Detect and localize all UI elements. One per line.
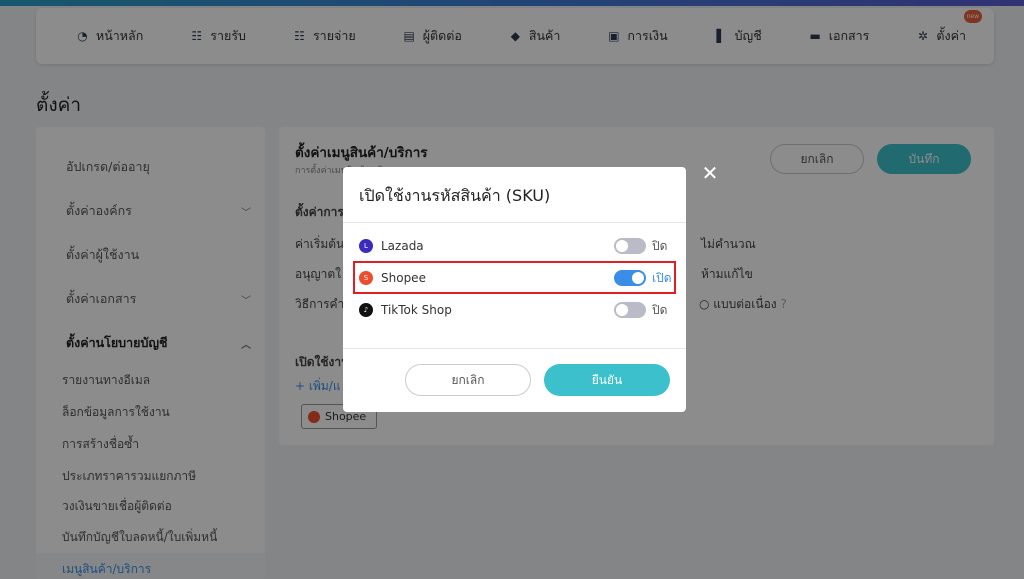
lazada-icon: L: [359, 239, 373, 253]
close-icon[interactable]: ✕: [701, 163, 719, 183]
platform-name: Lazada: [381, 239, 424, 253]
lazada-toggle[interactable]: [614, 238, 646, 254]
modal-title: เปิดใช้งานรหัสสินค้า (SKU): [359, 186, 551, 205]
sku-modal: เปิดใช้งานรหัสสินค้า (SKU) L Lazada ปิด …: [343, 167, 686, 412]
divider: [343, 348, 686, 349]
platform-name: Shopee: [381, 271, 426, 285]
shopee-toggle[interactable]: [614, 270, 646, 286]
platform-name: TikTok Shop: [381, 303, 452, 317]
toggle-state-label: ปิด: [652, 302, 668, 317]
tiktok-toggle[interactable]: [614, 302, 646, 318]
toggle-state-label: ปิด: [652, 238, 668, 253]
shopee-icon: S: [359, 271, 373, 285]
divider: [343, 222, 686, 223]
platform-row-lazada: L Lazada ปิด: [359, 235, 670, 257]
platform-row-shopee: S Shopee เปิด: [359, 267, 672, 289]
modal-confirm-button[interactable]: ยืนยัน: [544, 364, 670, 396]
toggle-state-label: เปิด: [652, 270, 672, 285]
platform-row-tiktok: ♪ TikTok Shop ปิด: [359, 299, 670, 321]
modal-cancel-button[interactable]: ยกเลิก: [405, 364, 531, 396]
tiktok-icon: ♪: [359, 303, 373, 317]
